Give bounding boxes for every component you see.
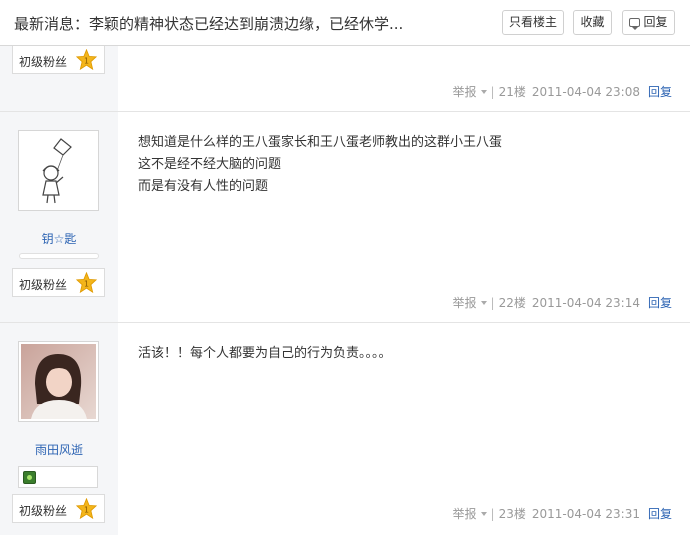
floor-number: 23楼 — [498, 507, 526, 521]
reply-button[interactable]: 回复 — [622, 10, 675, 35]
user-exp-bar — [19, 253, 99, 259]
report-button[interactable]: 举报 — [453, 85, 487, 99]
post-author-sidebar: 雨田风逝 初级粉丝 1 — [0, 323, 118, 535]
username-link[interactable]: 钥☆匙 — [0, 230, 118, 247]
post-author-sidebar: 初级粉丝 1 — [0, 45, 118, 111]
post-content: 活该！！每个人都要为自己的行为负责。。。。 — [138, 343, 392, 365]
svg-text:1: 1 — [84, 505, 89, 514]
girl-photo-avatar — [21, 344, 96, 419]
post-body: 想知道是什么样的王八蛋家长和王八蛋老师教出的这群小王八蛋 这不是经不经大脑的问题… — [118, 112, 690, 322]
post-time: 2011-04-04 23:14 — [531, 296, 640, 310]
thread-header: 最新消息：李颖的精神状态已经达到崩溃边缘，已经休学... 只看楼主 收藏 回复 — [0, 0, 690, 46]
post-content: 想知道是什么样的王八蛋家长和王八蛋老师教出的这群小王八蛋 这不是经不经大脑的问题… — [138, 132, 502, 198]
username-link[interactable]: 雨田风逝 — [0, 441, 118, 458]
report-button[interactable]: 举报 — [453, 507, 487, 521]
post-meta: 举报 | 23楼 2011-04-04 23:31 回复 — [452, 507, 673, 521]
thread-title: 最新消息：李颖的精神状态已经达到崩溃边缘，已经休学... — [14, 15, 404, 33]
post-time: 2011-04-04 23:31 — [531, 507, 640, 521]
post-floor-23: 雨田风逝 初级粉丝 1 活该！！每个人都要为自己的行为负责。。。。 举报 | 23楼… — [0, 323, 690, 535]
fan-level-badge[interactable]: 初级粉丝 1 — [12, 45, 105, 74]
fan-level-label: 初级粉丝 — [19, 278, 68, 292]
post-floor-21: 初级粉丝 1 举报 | 21楼 2011-04-04 23:08 回复 — [0, 45, 690, 112]
only-op-button[interactable]: 只看楼主 — [502, 10, 564, 35]
post-time: 2011-04-04 23:08 — [531, 85, 640, 99]
post-content-line: 这不是经不经大脑的问题 — [138, 157, 282, 172]
reply-link[interactable]: 回复 — [648, 507, 672, 521]
floor-number: 21楼 — [498, 85, 526, 99]
post-content-line: 而是有没有人性的问题 — [138, 179, 269, 194]
post-body: 活该！！每个人都要为自己的行为负责。。。。 举报 | 23楼 2011-04-04 2… — [118, 323, 690, 535]
floor-number: 22楼 — [498, 296, 526, 310]
user-avatar[interactable] — [18, 341, 99, 422]
svg-text:1: 1 — [84, 56, 89, 65]
fan-level-label: 初级粉丝 — [19, 55, 68, 69]
comment-icon — [629, 18, 641, 30]
girl-kite-sketch-avatar — [21, 133, 96, 208]
member-badge-box — [18, 466, 98, 488]
post-author-sidebar: 钥☆匙 初级粉丝 1 — [0, 112, 118, 322]
svg-text:1: 1 — [84, 279, 89, 288]
post-content-line: 想知道是什么样的王八蛋家长和王八蛋老师教出的这群小王八蛋 — [138, 135, 503, 150]
post-content-line: 活该！！每个人都要为自己的行为负责。。。。 — [138, 346, 392, 361]
post-meta: 举报 | 21楼 2011-04-04 23:08 回复 — [452, 85, 673, 99]
post-body: 举报 | 21楼 2011-04-04 23:08 回复 — [118, 46, 690, 111]
post-floor-22: 钥☆匙 初级粉丝 1 想知道是什么样的王八蛋家长和王八蛋老师教出的这群小王八蛋 … — [0, 112, 690, 323]
reply-link[interactable]: 回复 — [648, 296, 672, 310]
fan-level-badge[interactable]: 初级粉丝 1 — [12, 268, 105, 297]
fan-level-label: 初级粉丝 — [19, 504, 68, 518]
reply-button-label: 回复 — [643, 15, 668, 29]
user-avatar[interactable] — [18, 130, 99, 211]
reply-link[interactable]: 回复 — [648, 85, 672, 99]
star-level-icon: 1 — [76, 49, 97, 70]
star-level-icon: 1 — [76, 498, 97, 519]
report-button[interactable]: 举报 — [453, 296, 487, 310]
member-gem-icon — [23, 471, 36, 484]
star-level-icon: 1 — [76, 272, 97, 293]
fan-level-badge[interactable]: 初级粉丝 1 — [12, 494, 105, 523]
post-meta: 举报 | 22楼 2011-04-04 23:14 回复 — [452, 296, 673, 310]
favorite-button[interactable]: 收藏 — [573, 10, 612, 35]
